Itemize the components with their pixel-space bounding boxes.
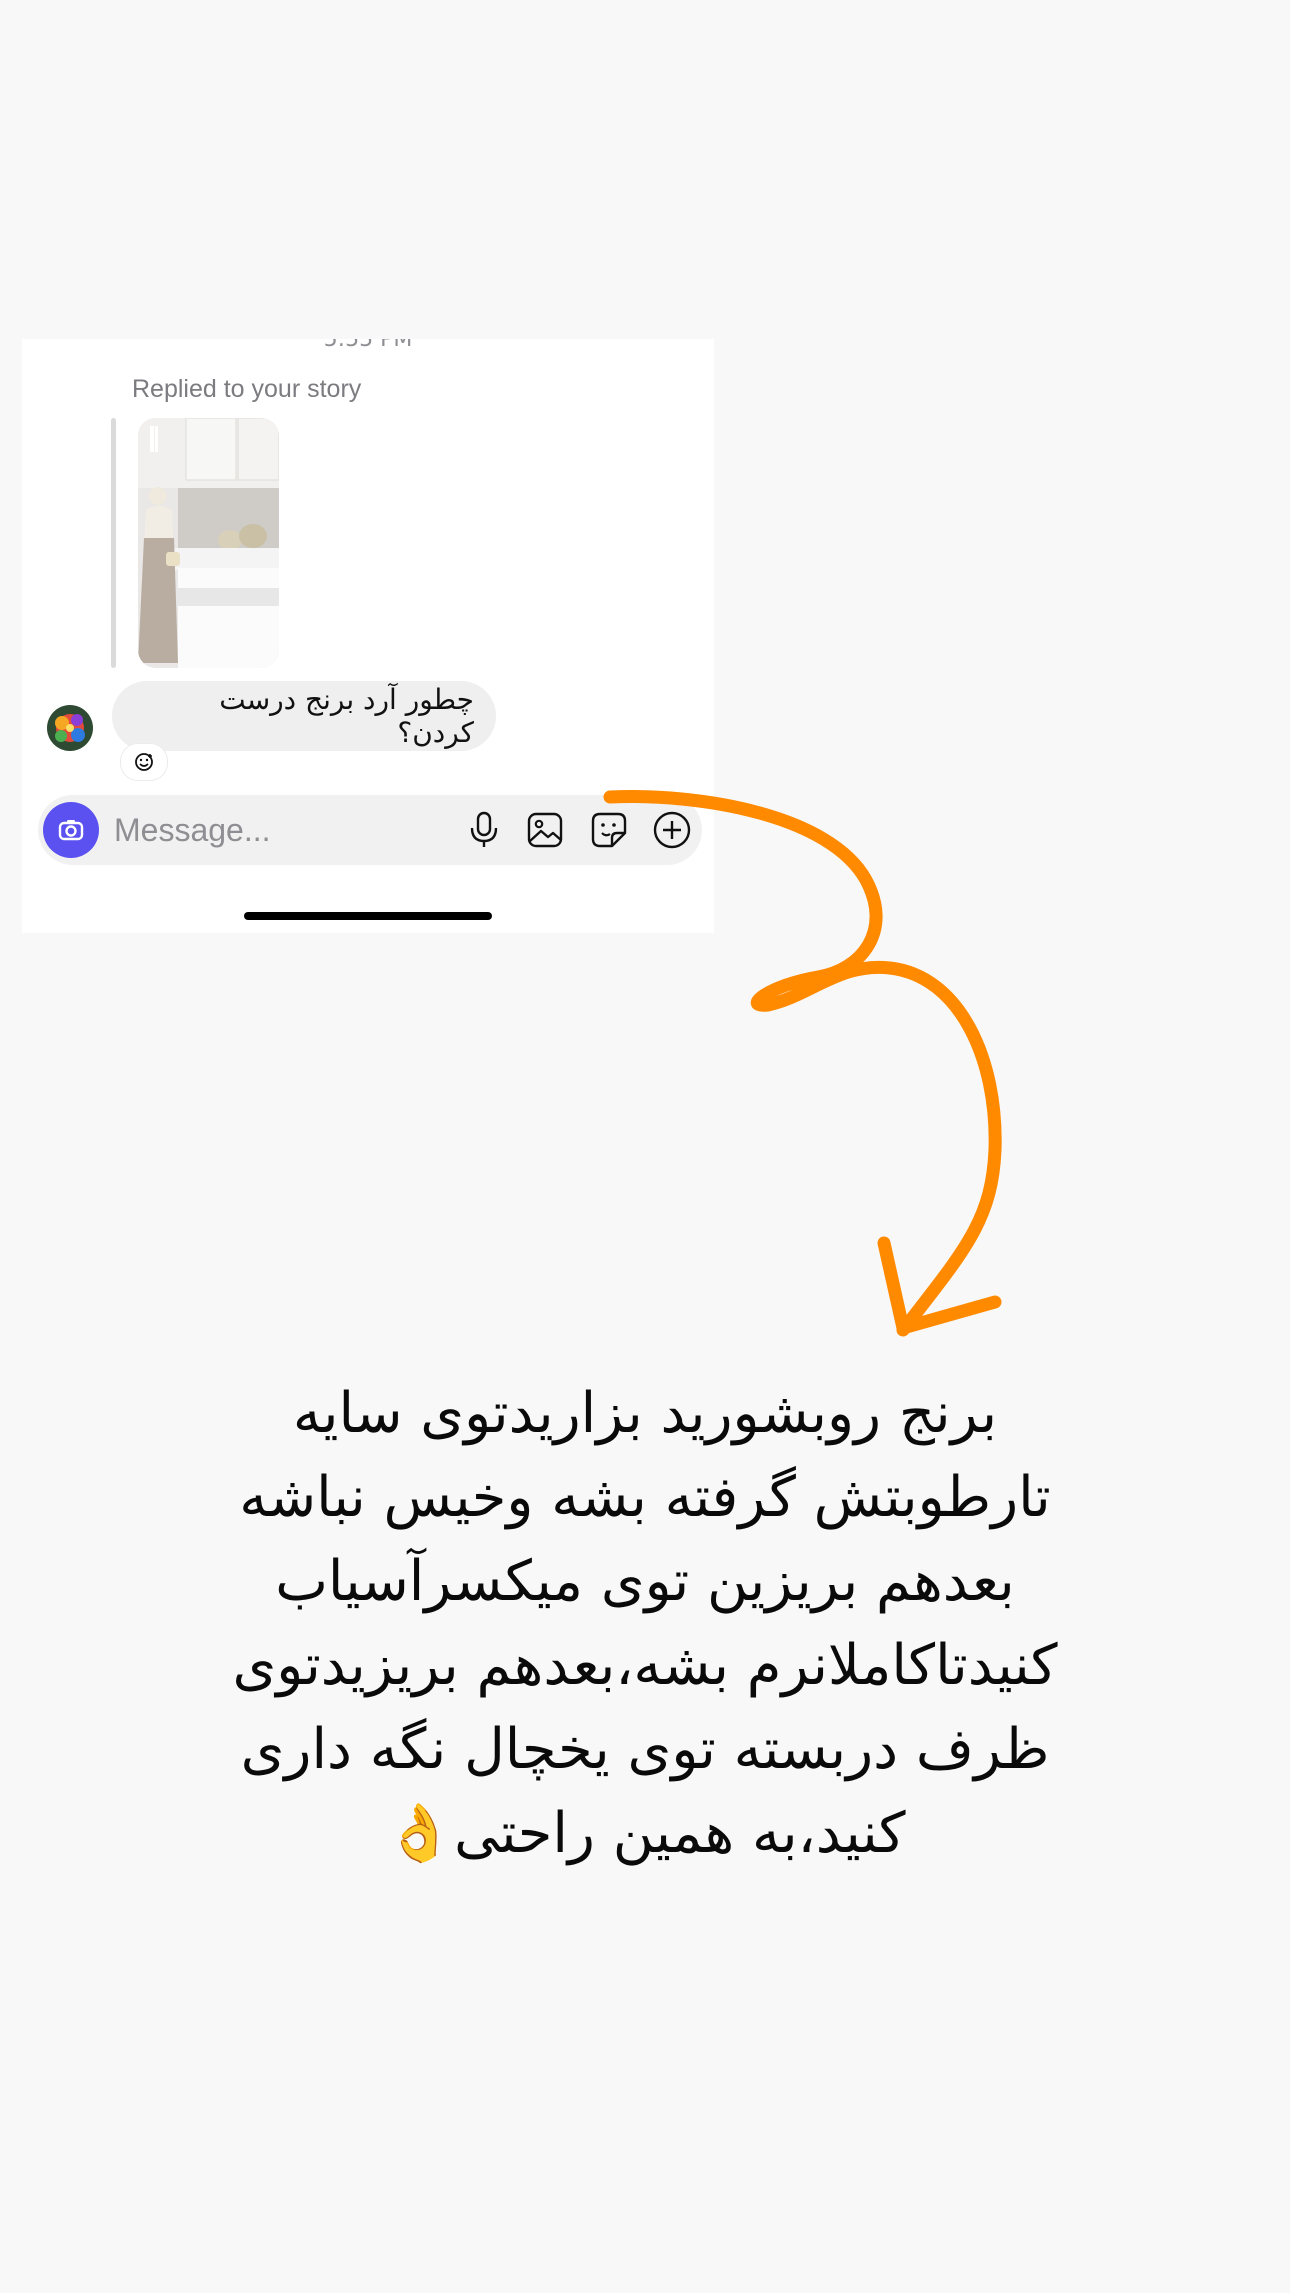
kitchen-photo bbox=[138, 418, 279, 668]
story-thumbnail[interactable] bbox=[138, 418, 279, 668]
caption-text: برنج روبشورید بزاریدتوی سایه تارطوبتش گر… bbox=[140, 1372, 1150, 1876]
gallery-icon bbox=[527, 812, 563, 848]
home-indicator bbox=[244, 912, 492, 920]
caption-line: برنج روبشورید بزاریدتوی سایه bbox=[292, 1381, 998, 1446]
dm-screenshot: 5:55 PM Replied to your story چطور آرد ب… bbox=[22, 339, 714, 933]
message-text: چطور آرد برنج درست کردن؟ bbox=[219, 683, 474, 749]
voice-message-button[interactable] bbox=[464, 810, 504, 850]
message-timestamp: 5:55 PM bbox=[323, 339, 413, 352]
replied-to-story-label: Replied to your story bbox=[132, 375, 362, 403]
sticker-button[interactable] bbox=[589, 810, 629, 850]
caption-line: تارطوبتش گرفته بشه وخیس نباشه bbox=[239, 1465, 1051, 1530]
reply-indicator-bar bbox=[111, 418, 116, 668]
camera-icon bbox=[58, 820, 84, 841]
camera-button[interactable] bbox=[43, 802, 99, 858]
sender-avatar[interactable] bbox=[47, 705, 93, 751]
caption-line: بعدهم بریزین توی میکسرآسیاب bbox=[275, 1549, 1015, 1614]
received-message-bubble[interactable]: چطور آرد برنج درست کردن؟ bbox=[112, 681, 496, 751]
message-composer bbox=[38, 795, 702, 865]
page: 5:55 PM Replied to your story چطور آرد ب… bbox=[0, 0, 1290, 2293]
more-options-button[interactable] bbox=[652, 810, 692, 850]
sticker-icon bbox=[591, 812, 627, 848]
message-input[interactable] bbox=[114, 807, 414, 853]
gallery-button[interactable] bbox=[525, 810, 565, 850]
plus-circle-icon bbox=[653, 811, 691, 849]
emoji-reaction-icon bbox=[135, 753, 153, 771]
caption-line: ظرف دربسته توی یخچال نگه داری bbox=[240, 1717, 1050, 1782]
add-reaction-button[interactable] bbox=[120, 743, 168, 781]
flower-avatar-icon bbox=[47, 705, 93, 751]
caption-line: کنید،به همین راحتی👌 bbox=[384, 1801, 906, 1866]
microphone-icon bbox=[470, 811, 498, 847]
caption-line: کنیدتاکاملانرم بشه،بعدهم بریزیدتوی bbox=[232, 1633, 1058, 1698]
